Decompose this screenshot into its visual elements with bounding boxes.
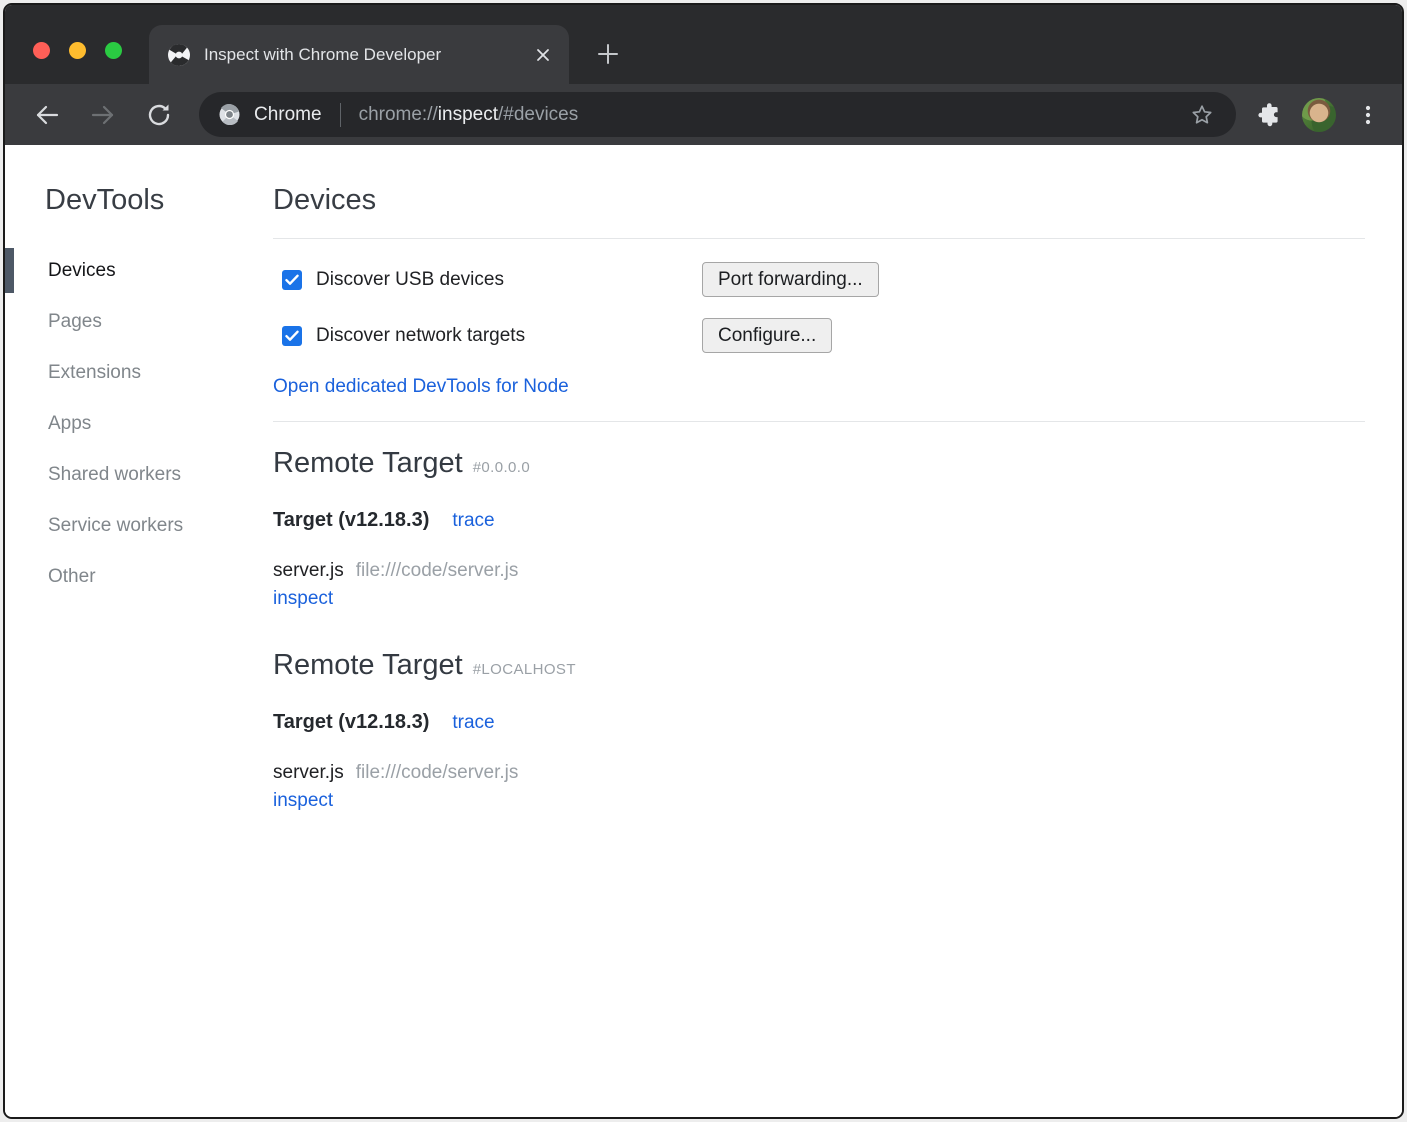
url-host: inspect [438,104,498,125]
sidebar-item-shared-workers[interactable]: Shared workers [5,449,273,500]
zoom-window-button[interactable] [105,42,122,59]
bookmark-star-icon[interactable] [1190,103,1214,127]
devtools-sidebar: DevTools Devices Pages Extensions Apps S… [5,145,273,1117]
target-version: Target (v12.18.3) [273,711,429,734]
extensions-puzzle-icon[interactable] [1250,95,1290,135]
inspect-link[interactable]: inspect [273,588,333,609]
browser-tab[interactable]: Inspect with Chrome Developer [149,25,569,84]
target-file-path: file:///code/server.js [356,762,519,783]
discover-network-row: Discover network targets Configure... [273,318,1365,353]
url-text: chrome://inspect/#devices [359,104,579,126]
tab-close-icon[interactable] [533,45,553,65]
toolbar-right-icons [1250,95,1388,135]
tab-title: Inspect with Chrome Developer [204,45,533,65]
remote-target-section: Remote Target #LOCALHOST Target (v12.18.… [273,649,1365,812]
window-controls [33,42,122,59]
devices-panel: Devices Discover USB devices Port forwar… [273,145,1402,1117]
discover-usb-checkbox[interactable] [282,270,302,290]
sidebar-nav: Devices Pages Extensions Apps Shared wor… [5,245,273,602]
discover-network-label: Discover network targets [316,325,525,347]
tab-strip: Inspect with Chrome Developer [5,5,1402,84]
port-forwarding-button[interactable]: Port forwarding... [702,262,879,297]
url-path: /#devices [498,104,578,125]
trace-link[interactable]: trace [452,510,494,532]
chrome-logo-icon [219,104,240,125]
sidebar-item-service-workers[interactable]: Service workers [5,500,273,551]
omnibox-separator [340,103,341,127]
trace-link[interactable]: trace [452,712,494,734]
remote-target-section: Remote Target #0.0.0.0 Target (v12.18.3)… [273,447,1365,610]
inspect-page: DevTools Devices Pages Extensions Apps S… [5,145,1402,1117]
page-title: Devices [273,184,1365,217]
minimize-window-button[interactable] [69,42,86,59]
reload-button[interactable] [141,97,177,133]
remote-target-address: #0.0.0.0 [473,459,530,476]
remote-target-address: #LOCALHOST [473,661,576,678]
secure-origin-chip: Chrome [254,104,322,126]
globe-favicon-icon [167,43,191,67]
sidebar-item-apps[interactable]: Apps [5,398,273,449]
discover-usb-row: Discover USB devices Port forwarding... [273,262,1365,297]
open-node-devtools-link[interactable]: Open dedicated DevTools for Node [273,376,569,397]
forward-button[interactable] [85,97,121,133]
browser-toolbar: Chrome chrome://inspect/#devices [5,84,1402,145]
url-scheme: chrome:// [359,104,438,125]
profile-avatar[interactable] [1302,98,1336,132]
address-bar[interactable]: Chrome chrome://inspect/#devices [199,92,1236,137]
remote-target-title: Remote Target [273,649,463,682]
target-file-name: server.js [273,762,344,783]
menu-dots-icon[interactable] [1348,95,1388,135]
divider [273,421,1365,422]
selection-indicator [5,248,14,293]
sidebar-item-pages[interactable]: Pages [5,296,273,347]
discover-network-checkbox[interactable] [282,326,302,346]
inspect-link[interactable]: inspect [273,790,333,811]
back-button[interactable] [29,97,65,133]
close-window-button[interactable] [33,42,50,59]
discover-usb-label: Discover USB devices [316,269,504,291]
target-file-name: server.js [273,560,344,581]
divider [273,238,1365,239]
target-version: Target (v12.18.3) [273,509,429,532]
sidebar-item-other[interactable]: Other [5,551,273,602]
sidebar-title: DevTools [45,184,273,217]
new-tab-button[interactable] [591,37,625,71]
browser-window: Inspect with Chrome Developer [3,3,1404,1119]
target-file-path: file:///code/server.js [356,560,519,581]
remote-target-title: Remote Target [273,447,463,480]
sidebar-item-extensions[interactable]: Extensions [5,347,273,398]
sidebar-item-devices[interactable]: Devices [5,245,273,296]
configure-button[interactable]: Configure... [702,318,832,353]
